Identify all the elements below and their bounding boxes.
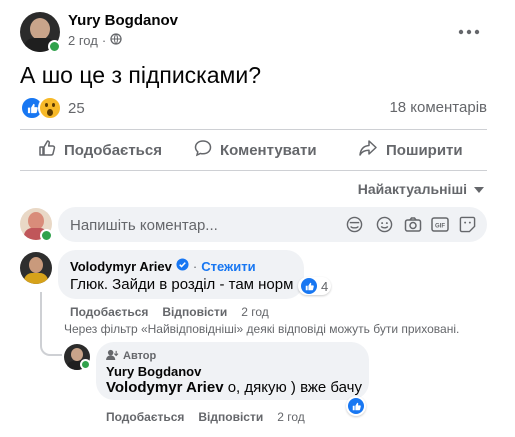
comment-sort-dropdown[interactable]: Найактуальніші: [358, 181, 485, 197]
like-button[interactable]: Подобається: [38, 140, 162, 160]
reply-mention[interactable]: Volodymyr Ariev: [106, 379, 224, 396]
reply-like-link[interactable]: Подобається: [106, 410, 184, 424]
comment-input-placeholder: Напишіть коментар...: [70, 217, 218, 234]
reply-author[interactable]: Yury Bogdanov: [106, 364, 201, 379]
post-author-name[interactable]: Yury Bogdanov: [68, 12, 178, 29]
like-reaction-icon: [301, 278, 317, 294]
thumbs-up-icon: [38, 139, 56, 161]
comment-author[interactable]: Volodymyr Ariev: [70, 259, 172, 274]
sort-label: Найактуальніші: [357, 181, 467, 197]
comment-like-link[interactable]: Подобається: [70, 305, 148, 319]
follow-link[interactable]: Стежити: [201, 259, 255, 274]
reply-time[interactable]: 2 год: [277, 410, 305, 424]
comment-icon: [194, 139, 212, 161]
post-text: А шо це з підписками?: [20, 62, 261, 88]
share-icon: [358, 139, 378, 161]
online-indicator: [80, 359, 91, 370]
online-indicator: [40, 229, 53, 242]
comment-reply-link[interactable]: Відповісти: [162, 305, 227, 319]
reply-reaction-badge[interactable]: [346, 396, 366, 416]
filter-note: Через фільтр «Найвідповідніші» деякі від…: [64, 322, 460, 336]
camera-icon[interactable]: [404, 216, 422, 233]
comment-bubble: Volodymyr Ariev · Стежити Глюк. Зайди в …: [58, 250, 304, 299]
like-reaction-icon: [348, 398, 364, 414]
comment-text: Глюк. Зайди в розділ - там норм: [70, 276, 294, 293]
comment-input[interactable]: Напишіть коментар... GIF: [58, 207, 487, 242]
caret-down-icon: [473, 181, 485, 197]
reactions-summary[interactable]: 25: [20, 96, 85, 120]
comment-label: Коментувати: [220, 141, 317, 159]
divider: [20, 129, 487, 130]
commenter-avatar[interactable]: [20, 252, 52, 284]
comment-reaction-count: 4: [321, 278, 329, 294]
comment-button[interactable]: Коментувати: [194, 140, 317, 160]
comment-time[interactable]: 2 год: [241, 305, 269, 319]
svg-text:GIF: GIF: [435, 224, 445, 230]
author-badge-icon: [106, 349, 119, 363]
reply-bubble: Автор Yury Bogdanov Volodymyr Ariev о, д…: [96, 342, 369, 400]
reply-text: о, дякую ) вже бачу: [223, 379, 362, 396]
divider: [20, 170, 487, 171]
avatar-sticker-icon[interactable]: [346, 216, 363, 233]
reactions-count[interactable]: 25: [68, 100, 85, 117]
share-label: Поширити: [386, 141, 463, 159]
gif-icon[interactable]: GIF: [431, 216, 449, 233]
globe-icon: [110, 33, 122, 48]
comments-count[interactable]: 18 коментарів: [389, 99, 487, 116]
like-label: Подобається: [64, 141, 162, 159]
verified-badge-icon: [176, 258, 189, 274]
more-options-icon[interactable]: [458, 22, 480, 35]
sticker-icon[interactable]: [459, 216, 476, 233]
share-button[interactable]: Поширити: [358, 140, 463, 160]
author-badge: Автор: [123, 350, 157, 362]
reply-thread-line: [40, 292, 62, 356]
post-time[interactable]: 2 год: [68, 33, 98, 48]
comment-reaction-badge[interactable]: 4: [298, 277, 332, 295]
online-indicator: [48, 40, 61, 53]
reply-reply-link[interactable]: Відповісти: [198, 410, 263, 424]
wow-reaction-icon: [38, 96, 62, 120]
emoji-icon[interactable]: [376, 216, 393, 233]
